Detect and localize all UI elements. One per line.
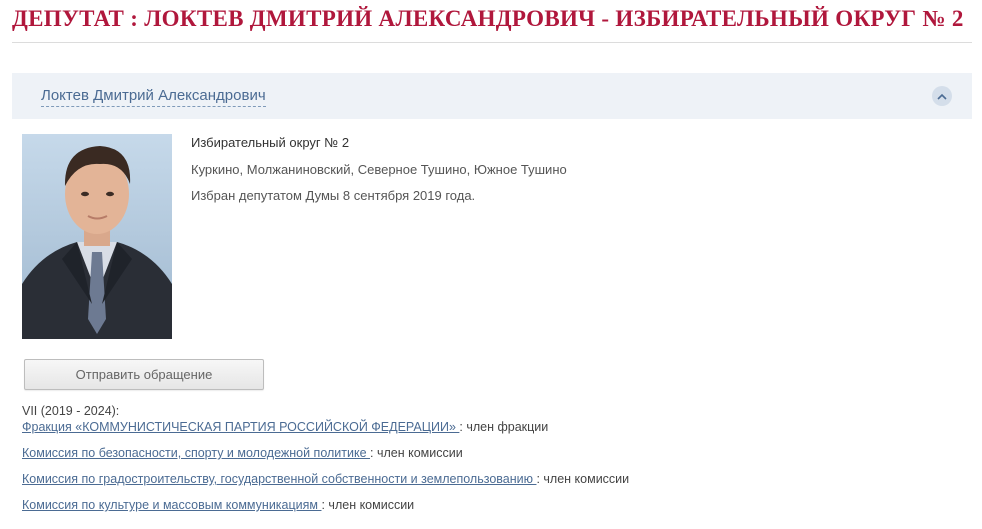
membership-item: Комиссия по градостроительству, государс…	[22, 472, 629, 486]
election-date: Избран депутатом Думы 8 сентября 2019 го…	[191, 188, 476, 203]
faction-link[interactable]: Фракция «КОММУНИСТИЧЕСКАЯ ПАРТИЯ РОССИЙС…	[22, 420, 459, 434]
collapse-toggle-button[interactable]	[932, 86, 952, 106]
membership-item: Комиссия по безопасности, спорту и молод…	[22, 446, 463, 460]
membership-role: : член комиссии	[536, 472, 630, 486]
deputy-photo	[22, 134, 172, 339]
commission-link-urban[interactable]: Комиссия по градостроительству, государс…	[22, 472, 536, 486]
commission-link-culture[interactable]: Комиссия по культуре и массовым коммуник…	[22, 498, 321, 512]
commission-link-security[interactable]: Комиссия по безопасности, спорту и молод…	[22, 446, 370, 460]
district-label: Избирательный округ № 2	[191, 135, 350, 150]
chevron-up-icon	[937, 93, 947, 100]
page-title: ДЕПУТАТ : ЛОКТЕВ ДМИТРИЙ АЛЕКСАНДРОВИЧ -…	[12, 6, 964, 31]
membership-role: : член комиссии	[321, 498, 415, 512]
membership-item: Комиссия по культуре и массовым коммуник…	[22, 498, 414, 512]
deputy-accordion-header[interactable]: Локтев Дмитрий Александрович	[12, 73, 972, 119]
district-areas: Куркино, Молжаниновский, Северное Тушино…	[191, 162, 567, 177]
membership-item: Фракция «КОММУНИСТИЧЕСКАЯ ПАРТИЯ РОССИЙС…	[22, 420, 548, 434]
deputy-name-link[interactable]: Локтев Дмитрий Александрович	[41, 87, 266, 107]
send-appeal-button[interactable]: Отправить обращение	[24, 359, 264, 390]
deputy-info: Избирательный округ № 2 Куркино, Молжани…	[191, 134, 567, 203]
title-divider	[12, 42, 972, 43]
convocation-label: VII (2019 - 2024):	[22, 404, 120, 418]
membership-role: : член фракции	[459, 420, 549, 434]
membership-role: : член комиссии	[370, 446, 463, 460]
